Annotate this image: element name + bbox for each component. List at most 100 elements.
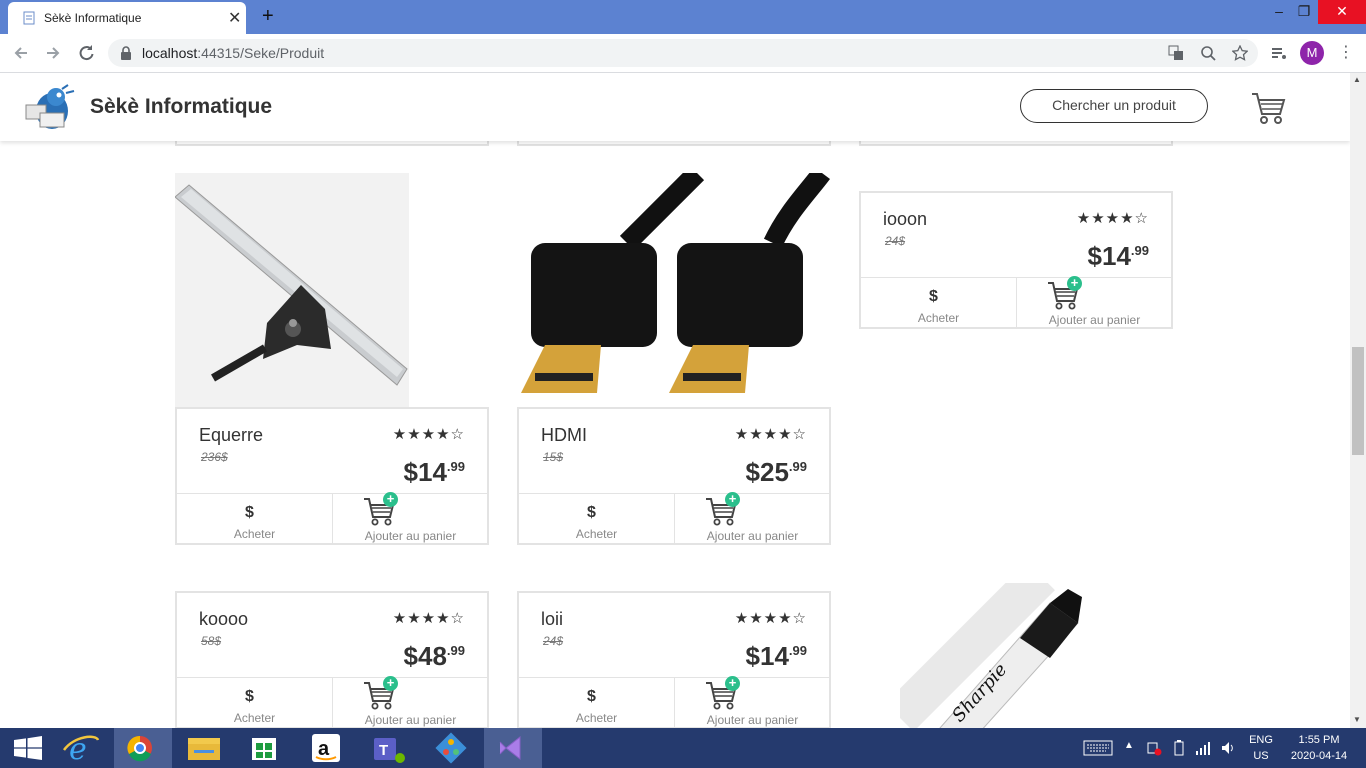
teams-icon[interactable]: T [360,728,418,768]
old-price: 236$ [201,450,228,464]
dollar-icon: $ [245,688,254,705]
product-image-marker[interactable]: Sharpie [900,583,1090,728]
old-price: 15$ [543,450,564,464]
buy-button[interactable]: $ Acheter [177,678,333,728]
browser-toolbar: localhost:44315/Seke/Produit M ⋮ [0,34,1366,73]
buy-button[interactable]: $ Acheter [519,494,675,544]
product-name[interactable]: loii [541,609,563,630]
visual-studio-icon[interactable] [484,728,542,768]
restore-icon[interactable]: ❐ [1290,0,1318,24]
scroll-up-icon[interactable]: ▲ [1353,75,1361,84]
rating-stars: ★★★★☆ [734,426,807,443]
browser-tab[interactable]: Sèkè Informatique ✕ [8,2,246,34]
windows-taskbar: e a T ▲ ENG US 1:55 PM 2020-04-14 [0,728,1366,768]
url-text: localhost:44315/Seke/Produit [142,45,325,61]
page-viewport: Sèkè Informatique Chercher un produit Sh… [0,73,1350,728]
dollar-icon: $ [587,688,596,705]
browser-menu-icon[interactable]: ⋮ [1338,42,1354,62]
add-to-cart-button[interactable]: + Ajouter au panier [333,492,488,544]
lock-icon [121,46,131,60]
rating-stars: ★★★★☆ [392,610,465,627]
card-actions: $ Acheter + Ajouter au panier [519,492,830,544]
product-price: $14.99 [745,641,807,671]
rating-stars: ★★★★☆ [392,426,465,443]
svg-text:a: a [318,738,330,760]
clock-time[interactable]: 1:55 PM [1284,734,1354,746]
tab-close-icon[interactable]: ✕ [228,8,241,28]
browser-title-bar: Sèkè Informatique ✕ + – ❐ ✕ [0,0,1366,34]
product-price: $14.99 [1087,241,1149,271]
buy-button[interactable]: $ Acheter [861,278,1017,328]
scrollbar-thumb[interactable] [1352,347,1364,455]
windows-start-icon[interactable] [0,728,58,768]
product-name[interactable]: HDMI [541,425,587,446]
product-name[interactable]: koooo [199,609,248,630]
card-actions: $ Acheter + Ajouter au panier [861,276,1172,328]
product-card: koooo 58$ ★★★★☆ $48.99 $ Acheter + Ajout… [175,591,489,728]
add-to-cart-button[interactable]: + Ajouter au panier [675,676,830,728]
plus-icon: + [725,492,740,507]
site-brand[interactable]: Sèkè Informatique [90,95,272,119]
product-image-equerre[interactable] [175,173,409,407]
plus-icon: + [383,492,398,507]
product-price: $14.99 [403,457,465,487]
plus-icon: + [383,676,398,691]
old-price: 24$ [885,234,906,248]
dollar-icon: $ [245,504,254,521]
address-bar[interactable]: localhost:44315/Seke/Produit [108,39,1258,67]
reload-icon[interactable] [75,42,97,64]
site-logo-icon[interactable] [22,83,78,131]
add-to-cart-button[interactable]: + Ajouter au panier [675,492,830,544]
card-actions: $ Acheter + Ajouter au panier [519,676,830,728]
product-price: $48.99 [403,641,465,671]
microsoft-store-icon[interactable] [236,728,294,768]
add-to-cart-button[interactable]: + Ajouter au panier [333,676,488,728]
back-icon[interactable] [10,42,32,64]
new-tab-icon[interactable]: + [262,5,274,28]
media-control-icon[interactable] [1268,42,1290,64]
wifi-signal-icon[interactable] [1195,740,1211,756]
dollar-icon: $ [587,504,596,521]
add-to-cart-button[interactable]: + Ajouter au panier [1017,276,1172,328]
plus-icon: + [725,676,740,691]
volume-icon[interactable] [1220,740,1236,756]
amazon-icon[interactable]: a [298,728,356,768]
product-image-hdmi[interactable] [517,173,831,407]
profile-avatar[interactable]: M [1300,41,1324,65]
window-close-icon[interactable]: ✕ [1318,0,1366,24]
chrome-icon[interactable] [114,728,172,768]
file-explorer-icon[interactable] [176,728,234,768]
product-name[interactable]: Equerre [199,425,263,446]
shopping-cart-icon[interactable] [1250,91,1286,125]
translate-icon[interactable] [1168,45,1184,61]
card-actions: $ Acheter + Ajouter au panier [177,676,488,728]
battery-icon[interactable] [1172,740,1186,756]
input-language[interactable]: ENG [1246,734,1276,746]
dollar-icon: $ [929,288,938,305]
show-hidden-icons-icon[interactable]: ▲ [1124,740,1134,751]
old-price: 58$ [201,634,222,648]
site-header: Sèkè Informatique Chercher un produit [0,73,1350,141]
touch-keyboard-icon[interactable] [1083,740,1113,756]
zoom-icon[interactable] [1200,45,1216,61]
product-price: $25.99 [745,457,807,487]
plus-icon: + [1067,276,1082,291]
tab-title: Sèkè Informatique [44,11,142,25]
forward-icon[interactable] [42,42,64,64]
network-warning-icon[interactable] [1146,740,1162,756]
search-product-button[interactable]: Chercher un produit [1020,89,1208,123]
buy-button[interactable]: $ Acheter [519,678,675,728]
clock-date[interactable]: 2020-04-14 [1284,750,1354,762]
product-name[interactable]: iooon [883,209,927,230]
internet-explorer-icon[interactable]: e [52,728,110,768]
card-actions: $ Acheter + Ajouter au panier [177,492,488,544]
scroll-down-icon[interactable]: ▼ [1353,715,1361,724]
buy-button[interactable]: $ Acheter [177,494,333,544]
product-card: HDMI 15$ ★★★★☆ $25.99 $ Acheter + Ajoute… [517,407,831,545]
page-scrollbar[interactable]: ▲ ▼ [1350,73,1366,728]
input-language-region[interactable]: US [1246,750,1276,762]
product-card: Equerre 236$ ★★★★☆ $14.99 $ Acheter + Aj… [175,407,489,545]
git-tool-icon[interactable] [422,728,480,768]
product-card: loii 24$ ★★★★☆ $14.99 $ Acheter + Ajoute… [517,591,831,728]
bookmark-star-icon[interactable] [1232,45,1248,61]
